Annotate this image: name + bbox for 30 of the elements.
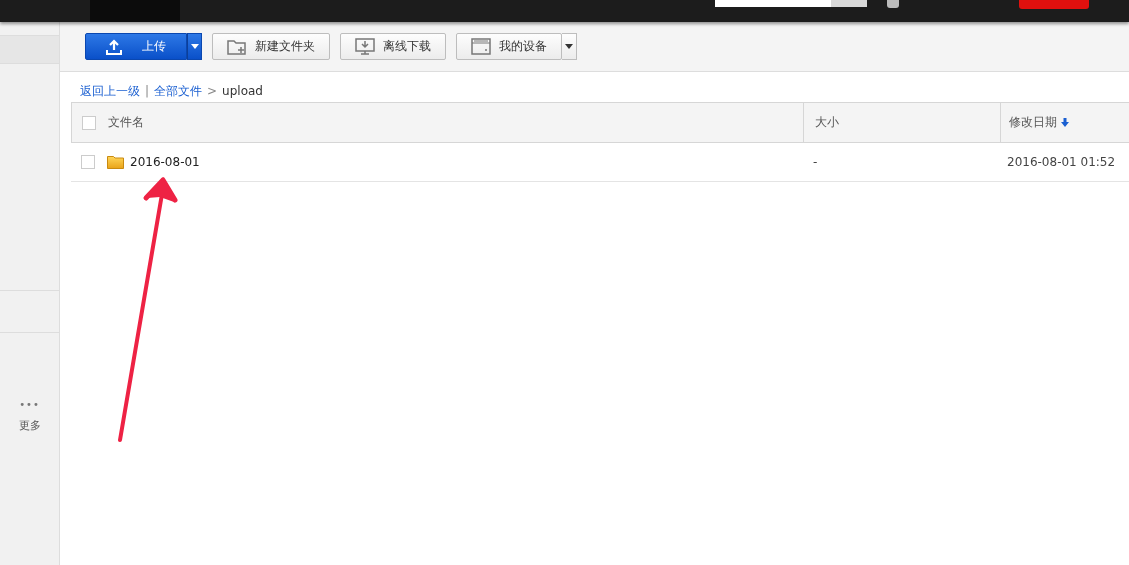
sort-down-icon[interactable] [1061, 118, 1069, 127]
modified-date: 2016-08-01 01:52 [1007, 155, 1116, 169]
nav-tab[interactable] [90, 0, 180, 22]
breadcrumb-current: upload [222, 84, 263, 98]
file-size: - [813, 155, 818, 169]
caret-icon [190, 44, 199, 49]
monitor-download-icon [355, 38, 375, 55]
toolbar-button[interactable]: 离线下载 [340, 33, 446, 60]
breadcrumb-link[interactable]: 全部文件 [154, 82, 203, 100]
dropdown-button[interactable] [562, 33, 577, 60]
toolbar-button[interactable]: 我的设备 [456, 33, 562, 60]
checkbox[interactable] [81, 155, 95, 169]
breadcrumb-separator: | [145, 84, 150, 98]
upload-icon [106, 38, 122, 55]
column-header[interactable]: 修改日期 [1009, 114, 1057, 131]
caret-icon [565, 44, 573, 49]
column-header[interactable]: 大小 [815, 114, 839, 131]
file-name[interactable]: 2016-08-01 [130, 155, 200, 169]
breadcrumb-arrow: > [207, 84, 218, 98]
toolbar-button[interactable]: 新建文件夹 [212, 33, 330, 60]
column-header[interactable]: 文件名 [108, 114, 144, 131]
checkbox[interactable] [82, 115, 96, 130]
sidebar-label[interactable]: 更多 [18, 418, 41, 433]
toolbar-button[interactable]: 上传 [85, 33, 187, 60]
device-icon [471, 38, 491, 55]
folder-icon [107, 155, 124, 169]
dropdown-button[interactable] [187, 33, 202, 60]
more-icon[interactable]: ••• [19, 399, 40, 410]
folder-plus-icon [227, 38, 247, 55]
back-link[interactable]: 返回上一级 [80, 82, 140, 100]
